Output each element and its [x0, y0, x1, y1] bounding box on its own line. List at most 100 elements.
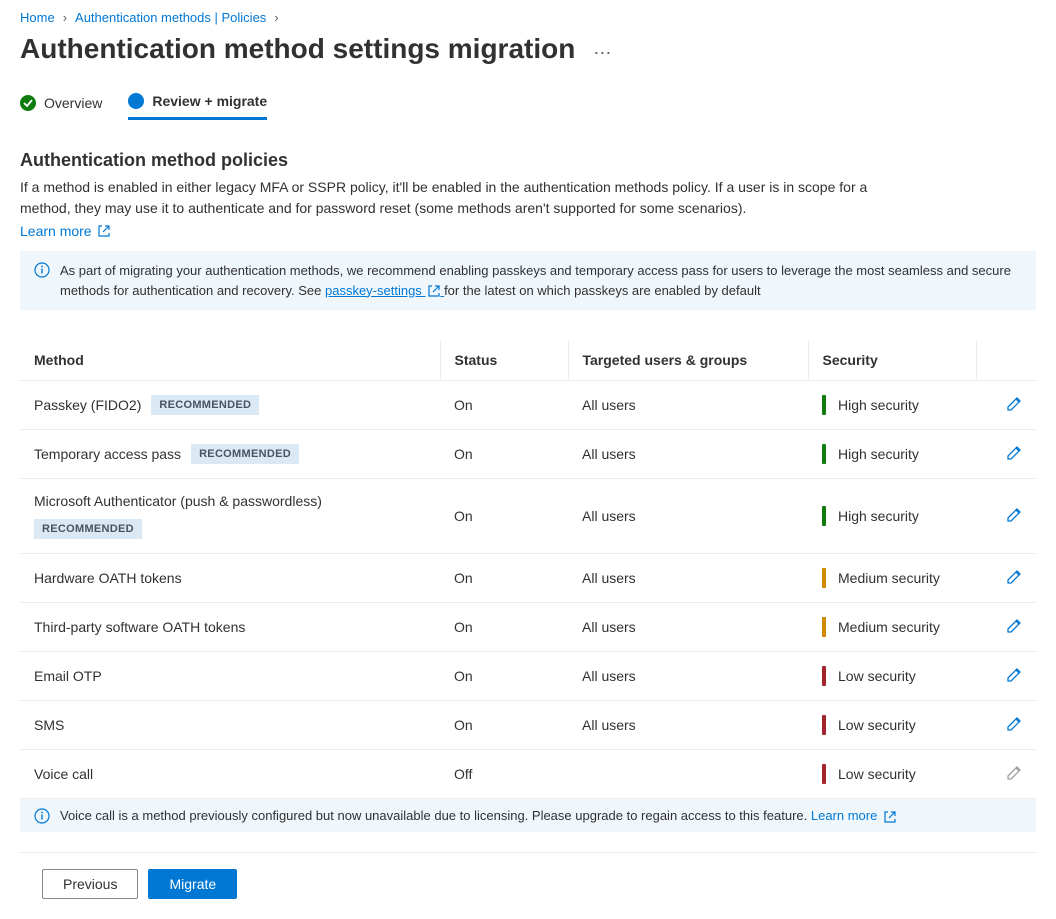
- security-level-bar-icon: [822, 617, 826, 637]
- table-row: Microsoft Authenticator (push & password…: [20, 479, 1036, 554]
- target-cell: All users: [568, 701, 808, 750]
- recommended-badge: RECOMMENDED: [151, 395, 259, 415]
- external-link-icon: [428, 285, 440, 297]
- target-cell: [568, 750, 808, 799]
- table-row: Voice call Off Low security: [20, 750, 1036, 799]
- tab-review-label: Review + migrate: [152, 93, 267, 109]
- more-options-icon[interactable]: ⋯: [593, 44, 612, 62]
- target-cell: All users: [568, 652, 808, 701]
- footer-info-message: Voice call is a method previously config…: [60, 808, 811, 823]
- table-row: Temporary access pass RECOMMENDED OnAll us…: [20, 430, 1036, 479]
- status-cell: On: [440, 603, 568, 652]
- info-banner-text: As part of migrating your authentication…: [60, 261, 1022, 300]
- table-row: Passkey (FIDO2) RECOMMENDED OnAll users Hig…: [20, 381, 1036, 430]
- col-header-method[interactable]: Method: [20, 340, 440, 381]
- learn-more-label: Learn more: [20, 223, 92, 239]
- info-banner: As part of migrating your authentication…: [20, 251, 1036, 310]
- edit-pencil-icon[interactable]: [1006, 510, 1022, 526]
- method-name: Third-party software OATH tokens: [34, 619, 245, 635]
- method-name: Temporary access pass: [34, 446, 181, 462]
- edit-pencil-icon[interactable]: [1006, 670, 1022, 686]
- recommended-badge: RECOMMENDED: [191, 444, 299, 464]
- security-level-bar-icon: [822, 764, 826, 784]
- section-description: If a method is enabled in either legacy …: [20, 177, 915, 219]
- previous-button[interactable]: Previous: [42, 869, 138, 899]
- edit-pencil-icon[interactable]: [1006, 719, 1022, 735]
- status-cell: On: [440, 381, 568, 430]
- recommended-badge: RECOMMENDED: [34, 519, 142, 539]
- security-level-bar-icon: [822, 444, 826, 464]
- migrate-button[interactable]: Migrate: [148, 869, 237, 899]
- status-cell: On: [440, 652, 568, 701]
- methods-table: Method Status Targeted users & groups Se…: [20, 340, 1036, 799]
- security-label: Low security: [838, 766, 916, 782]
- status-cell: On: [440, 554, 568, 603]
- chevron-right-icon: ›: [274, 10, 278, 25]
- target-cell: All users: [568, 603, 808, 652]
- footer-info-banner: Voice call is a method previously config…: [20, 799, 1036, 832]
- footer-info-text: Voice call is a method previously config…: [60, 808, 896, 823]
- footer-learn-more-label: Learn more: [811, 808, 877, 823]
- divider: [20, 852, 1036, 853]
- status-cell: On: [440, 430, 568, 479]
- table-row: SMS OnAll users Low security: [20, 701, 1036, 750]
- security-level-bar-icon: [822, 568, 826, 588]
- target-cell: All users: [568, 479, 808, 554]
- breadcrumb-policies[interactable]: Authentication methods | Policies: [75, 10, 266, 25]
- info-text-after: for the latest on which passkeys are ena…: [444, 283, 761, 298]
- wizard-buttons: Previous Migrate: [20, 869, 1036, 899]
- table-header-row: Method Status Targeted users & groups Se…: [20, 340, 1036, 381]
- security-label: Medium security: [838, 619, 940, 635]
- method-name: Passkey (FIDO2): [34, 397, 141, 413]
- checkmark-circle-icon: [20, 95, 36, 111]
- page-title: Authentication method settings migration: [20, 33, 575, 65]
- footer-learn-more-link[interactable]: Learn more: [811, 808, 896, 823]
- security-label: High security: [838, 508, 919, 524]
- security-label: Low security: [838, 668, 916, 684]
- target-cell: All users: [568, 430, 808, 479]
- target-cell: All users: [568, 554, 808, 603]
- edit-pencil-icon[interactable]: [1006, 572, 1022, 588]
- info-icon: [34, 262, 50, 278]
- security-level-bar-icon: [822, 395, 826, 415]
- col-header-target[interactable]: Targeted users & groups: [568, 340, 808, 381]
- method-name: Email OTP: [34, 668, 102, 684]
- tab-review-migrate[interactable]: Review + migrate: [128, 93, 267, 120]
- security-label: Medium security: [838, 570, 940, 586]
- edit-pencil-icon: [1006, 768, 1022, 784]
- breadcrumb-home[interactable]: Home: [20, 10, 55, 25]
- passkey-settings-label: passkey-settings: [325, 283, 422, 298]
- method-name: SMS: [34, 717, 64, 733]
- col-header-action: [976, 340, 1036, 381]
- table-row: Hardware OATH tokens OnAll users Medium se…: [20, 554, 1036, 603]
- col-header-status[interactable]: Status: [440, 340, 568, 381]
- passkey-settings-link[interactable]: passkey-settings: [325, 283, 444, 298]
- learn-more-link[interactable]: Learn more: [20, 223, 110, 239]
- wizard-tabs: Overview Review + migrate: [20, 93, 1036, 120]
- security-level-bar-icon: [822, 715, 826, 735]
- security-label: High security: [838, 397, 919, 413]
- security-level-bar-icon: [822, 666, 826, 686]
- section-heading: Authentication method policies: [20, 150, 1036, 171]
- tab-overview[interactable]: Overview: [20, 93, 102, 120]
- target-cell: All users: [568, 381, 808, 430]
- table-row: Third-party software OATH tokens OnAll us…: [20, 603, 1036, 652]
- status-cell: On: [440, 479, 568, 554]
- status-cell: On: [440, 701, 568, 750]
- security-level-bar-icon: [822, 506, 826, 526]
- table-row: Email OTP OnAll users Low security: [20, 652, 1036, 701]
- method-name: Hardware OATH tokens: [34, 570, 182, 586]
- col-header-security[interactable]: Security: [808, 340, 976, 381]
- tab-overview-label: Overview: [44, 95, 102, 111]
- edit-pencil-icon[interactable]: [1006, 399, 1022, 415]
- edit-pencil-icon[interactable]: [1006, 621, 1022, 637]
- external-link-icon: [98, 225, 110, 237]
- method-name: Microsoft Authenticator (push & password…: [34, 493, 322, 509]
- security-label: High security: [838, 446, 919, 462]
- info-icon: [34, 808, 50, 824]
- circle-filled-icon: [128, 93, 144, 109]
- edit-pencil-icon[interactable]: [1006, 448, 1022, 464]
- security-label: Low security: [838, 717, 916, 733]
- status-cell: Off: [440, 750, 568, 799]
- method-name: Voice call: [34, 766, 93, 782]
